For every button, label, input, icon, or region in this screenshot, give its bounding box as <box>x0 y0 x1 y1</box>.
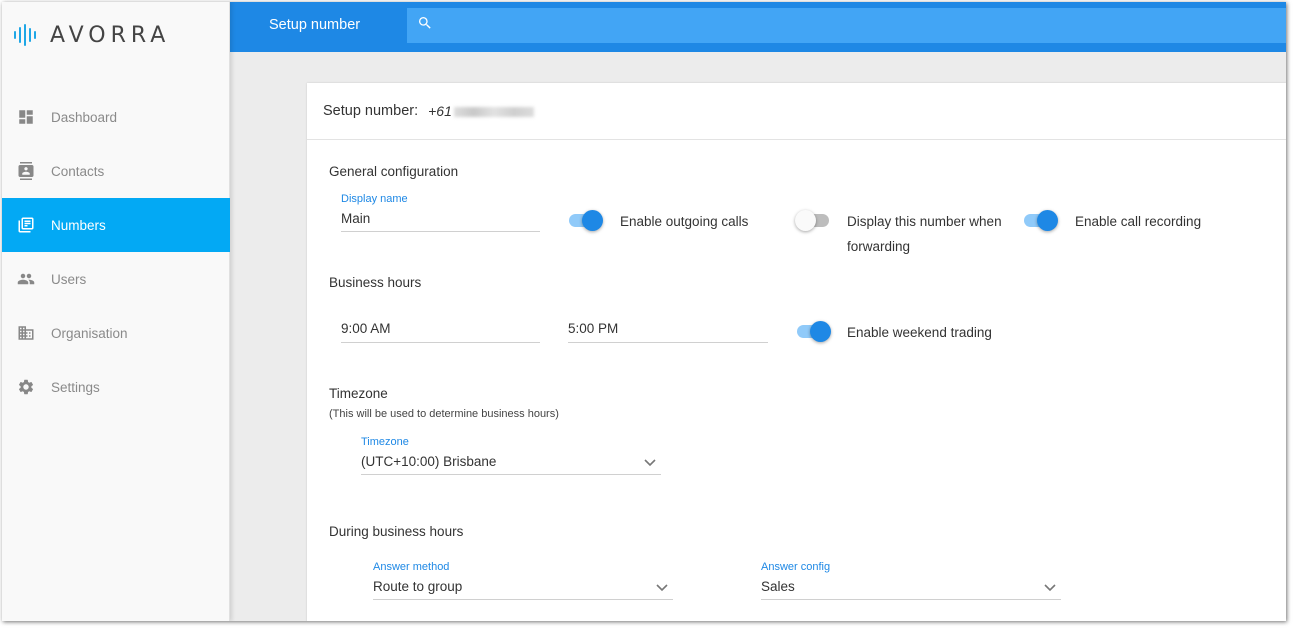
answer-config-value: Sales <box>761 579 795 594</box>
weekend-trading-toggle[interactable] <box>795 320 831 342</box>
sidebar-item-label: Organisation <box>51 325 128 341</box>
card-title: Setup number: <box>323 103 419 119</box>
display-when-forwarding-toggle[interactable] <box>795 209 831 231</box>
timezone-select[interactable]: Timezone (UTC+10:00) Brisbane <box>361 436 661 475</box>
logo-text: AVORRA <box>50 22 171 48</box>
dashboard-icon <box>16 107 36 127</box>
chevron-down-icon[interactable] <box>643 455 657 469</box>
contacts-icon <box>16 161 36 181</box>
display-name-value[interactable]: Main <box>341 211 370 226</box>
business-hours-start-value[interactable]: 9:00 AM <box>341 321 391 336</box>
sidebar-item-dashboard[interactable]: Dashboard <box>2 90 230 144</box>
business-hours-start-field[interactable]: 9:00 AM <box>341 317 540 343</box>
timezone-note: (This will be used to determine business… <box>329 408 559 420</box>
sidebar-item-settings[interactable]: Settings <box>2 360 230 414</box>
chevron-down-icon[interactable] <box>1043 580 1057 594</box>
display-name-label: Display name <box>341 193 408 205</box>
outgoing-calls-label: Enable outgoing calls <box>620 214 749 229</box>
search-icon[interactable] <box>417 15 433 36</box>
answer-method-value: Route to group <box>373 579 463 594</box>
display-name-field[interactable]: Display name Main <box>341 193 540 232</box>
phone-number: +61 <box>428 103 534 119</box>
timezone-heading: Timezone <box>329 386 388 401</box>
search-bar[interactable] <box>407 8 1286 43</box>
business-hours-heading: Business hours <box>329 275 422 290</box>
general-config-heading: General configuration <box>329 164 459 179</box>
sidebar-nav: Dashboard Contacts Numbers Users Organis… <box>2 90 230 414</box>
sidebar-item-label: Dashboard <box>51 109 118 125</box>
sidebar-item-contacts[interactable]: Contacts <box>2 144 230 198</box>
business-hours-end-value[interactable]: 5:00 PM <box>568 321 618 336</box>
users-icon <box>16 269 36 289</box>
setup-number-card: Setup number: +61 General configuration … <box>307 83 1286 621</box>
logo-waveform-icon <box>14 24 36 46</box>
sidebar-item-label: Contacts <box>51 163 105 179</box>
gear-icon <box>16 377 36 397</box>
weekend-trading-label: Enable weekend trading <box>847 325 992 340</box>
app-window: AVORRA Dashboard Contacts Numbers Users … <box>2 2 1286 621</box>
organisation-icon <box>16 323 36 343</box>
redacted-number <box>453 107 534 118</box>
answer-method-label: Answer method <box>373 561 450 573</box>
sidebar-item-label: Users <box>51 271 87 287</box>
sidebar-item-numbers[interactable]: Numbers <box>2 198 230 252</box>
answer-method-select[interactable]: Answer method Route to group <box>373 561 673 600</box>
timezone-value: (UTC+10:00) Brisbane <box>361 454 497 469</box>
logo: AVORRA <box>14 22 170 48</box>
timezone-label: Timezone <box>361 436 409 448</box>
search-input[interactable] <box>443 17 1286 34</box>
display-when-forwarding-label: Display this number when forwarding <box>847 214 1002 254</box>
sidebar-item-organisation[interactable]: Organisation <box>2 306 230 360</box>
answer-config-select[interactable]: Answer config Sales <box>761 561 1061 600</box>
sidebar-item-label: Settings <box>51 379 100 395</box>
sidebar-item-users[interactable]: Users <box>2 252 230 306</box>
card-header: Setup number: +61 <box>307 83 1286 140</box>
call-recording-toggle[interactable] <box>1022 209 1058 231</box>
numbers-icon <box>16 215 36 235</box>
sidebar-item-label: Numbers <box>51 217 106 233</box>
page-title: Setup number <box>269 17 361 33</box>
call-recording-label: Enable call recording <box>1075 214 1202 229</box>
top-bar: Setup number <box>230 2 1286 52</box>
during-hours-heading: During business hours <box>329 524 464 539</box>
outgoing-calls-toggle[interactable] <box>567 209 603 231</box>
sidebar: AVORRA Dashboard Contacts Numbers Users … <box>2 2 230 621</box>
chevron-down-icon[interactable] <box>655 580 669 594</box>
business-hours-end-field[interactable]: 5:00 PM <box>568 317 768 343</box>
answer-config-label: Answer config <box>761 561 831 573</box>
